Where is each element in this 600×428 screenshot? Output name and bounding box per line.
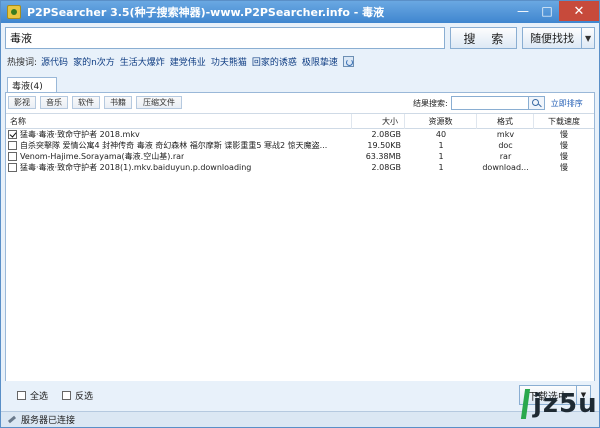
row-format: mkv [496,130,515,139]
column-name[interactable]: 名称 [6,114,352,129]
invert-selection-checkbox[interactable] [62,391,72,400]
window-title: P2PSearcher 3.5(种子搜索神器)-www.P2PSearcher.… [27,6,385,19]
connection-icon [7,415,17,425]
table-body: 猛毒·毒液·致命守护者 2018.mkv 2.08GB 40 mkv 慢自杀突擊隊 爱情… [6,129,594,173]
watermark-text: jz5u [533,389,598,419]
row-checkbox[interactable] [8,130,17,139]
result-search-input[interactable] [450,96,529,110]
app-window: P2PSearcher 3.5(种子搜索神器)-www.P2PSearcher.… [0,0,600,428]
hot-keyword[interactable]: 家的n次方 [73,55,115,68]
minimize-button[interactable]: — [511,1,535,21]
refresh-keywords-icon[interactable] [342,55,354,67]
filter-music-button[interactable]: 音乐 [40,96,68,109]
row-name: 猛毒·毒液·致命守护者 2018.mkv [20,130,140,139]
app-logo-icon [7,5,21,19]
category-filters: 影视 音乐 软件 书籍 压缩文件 [8,96,186,109]
window-controls: — □ ✕ [511,1,599,21]
row-checkbox[interactable] [8,141,17,150]
row-name-cell: 自杀突擊隊 爱情公寓4 封神传奇 毒液 奇幻森林 福尔摩斯 谍影重重5 寒战2 … [6,140,352,151]
hot-keyword[interactable]: 建党伟业 [170,55,206,68]
filter-books-button[interactable]: 书籍 [104,96,132,109]
close-button[interactable]: ✕ [559,1,599,21]
table-row[interactable]: 自杀突擊隊 爱情公寓4 封神传奇 毒液 奇幻森林 福尔摩斯 谍影重重5 寒战2 … [6,140,594,151]
row-format: doc [498,141,513,150]
search-bar: 搜 索 随便找找 ▼ [5,27,595,49]
hot-keywords-label: 热搜词: [7,57,38,68]
row-sources: 1 [438,141,444,150]
maximize-button[interactable]: □ [535,1,559,21]
column-sources[interactable]: 资源数 [405,114,477,129]
row-name: 猛毒·毒液·致命守护者 2018(1).mkv.baiduyun.p.downl… [20,163,252,172]
search-input[interactable] [5,27,445,49]
row-size: 63.38MB [365,152,401,161]
site-watermark: jz5u [520,385,598,425]
search-button[interactable]: 搜 索 [449,27,517,49]
row-size: 19.50KB [367,141,401,150]
hot-keyword[interactable]: 源代码 [41,55,68,68]
row-checkbox[interactable] [8,163,17,172]
results-panel: 影视 音乐 软件 书籍 压缩文件 结果搜索: 立即排序 名称 大小 资源数 格式… [5,92,595,408]
row-name-cell: 猛毒·毒液·致命守护者 2018(1).mkv.baiduyun.p.downl… [6,162,352,173]
row-sources: 1 [438,152,444,161]
hot-keyword[interactable]: 回家的诱惑 [252,55,297,68]
hot-keyword[interactable]: 极限挚速 [302,55,338,68]
row-size: 2.08GB [371,130,402,139]
row-format: download... [482,163,529,172]
row-speed: 慢 [560,152,568,161]
row-speed: 慢 [560,141,568,150]
row-checkbox[interactable] [8,152,17,161]
row-sources: 1 [438,163,444,172]
title-bar[interactable]: P2PSearcher 3.5(种子搜索神器)-www.P2PSearcher.… [1,1,599,23]
row-sources: 40 [435,130,447,139]
column-format[interactable]: 格式 [477,114,534,129]
selection-controls: 全选 反选 [17,389,93,402]
filter-video-button[interactable]: 影视 [8,96,36,109]
hot-keyword[interactable]: 功夫熊猫 [211,55,247,68]
hot-keywords: 热搜词: 源代码 家的n次方 生活大爆炸 建党伟业 功夫熊猫 回家的诱惑 极限挚… [7,54,354,68]
tab-result[interactable]: 毒液(4) [7,77,57,93]
column-speed[interactable]: 下载速度 [534,114,594,129]
table-row[interactable]: 猛毒·毒液·致命守护者 2018(1).mkv.baiduyun.p.downl… [6,162,594,173]
row-size: 2.08GB [371,163,402,172]
status-text: 服务器已连接 [21,416,76,426]
row-name: Venom-Hajime.Sorayama(毒液.空山基).rar [20,152,185,161]
row-name: 自杀突擊隊 爱情公寓4 封神传奇 毒液 奇幻森林 福尔摩斯 谍影重重5 寒战2 … [20,141,328,150]
random-dropdown-icon[interactable]: ▼ [581,27,595,49]
row-name-cell: Venom-Hajime.Sorayama(毒液.空山基).rar [6,151,352,162]
row-name-cell: 猛毒·毒液·致命守护者 2018.mkv [6,129,352,140]
row-format: rar [499,152,512,161]
select-all-checkbox[interactable] [17,391,26,400]
table-row[interactable]: 猛毒·毒液·致命守护者 2018.mkv 2.08GB 40 mkv 慢 [6,129,594,140]
filter-software-button[interactable]: 软件 [72,96,100,109]
search-icon[interactable] [528,96,545,110]
random-search-button[interactable]: 随便找找 [521,27,582,49]
filter-archive-button[interactable]: 压缩文件 [136,96,182,109]
bottom-bar: 全选 反选 下载选中 ▼ [5,381,595,409]
column-size[interactable]: 大小 [352,114,405,129]
status-bar: 服务器已连接 [1,411,599,427]
invert-selection-label[interactable]: 反选 [75,389,93,402]
select-all-label[interactable]: 全选 [30,389,48,402]
sort-now-link[interactable]: 立即排序 [551,98,583,109]
row-speed: 慢 [560,130,568,139]
row-speed: 慢 [560,163,568,172]
table-header: 名称 大小 资源数 格式 下载速度 [6,113,594,129]
watermark-mark [520,389,531,419]
results-table: 名称 大小 资源数 格式 下载速度 猛毒·毒液·致命守护者 2018.mkv 2.… [6,113,594,173]
result-search: 结果搜索: 立即排序 [413,96,583,110]
result-search-label: 结果搜索: [413,98,448,108]
hot-keyword[interactable]: 生活大爆炸 [120,55,165,68]
table-row[interactable]: Venom-Hajime.Sorayama(毒液.空山基).rar 63.38MB… [6,151,594,162]
